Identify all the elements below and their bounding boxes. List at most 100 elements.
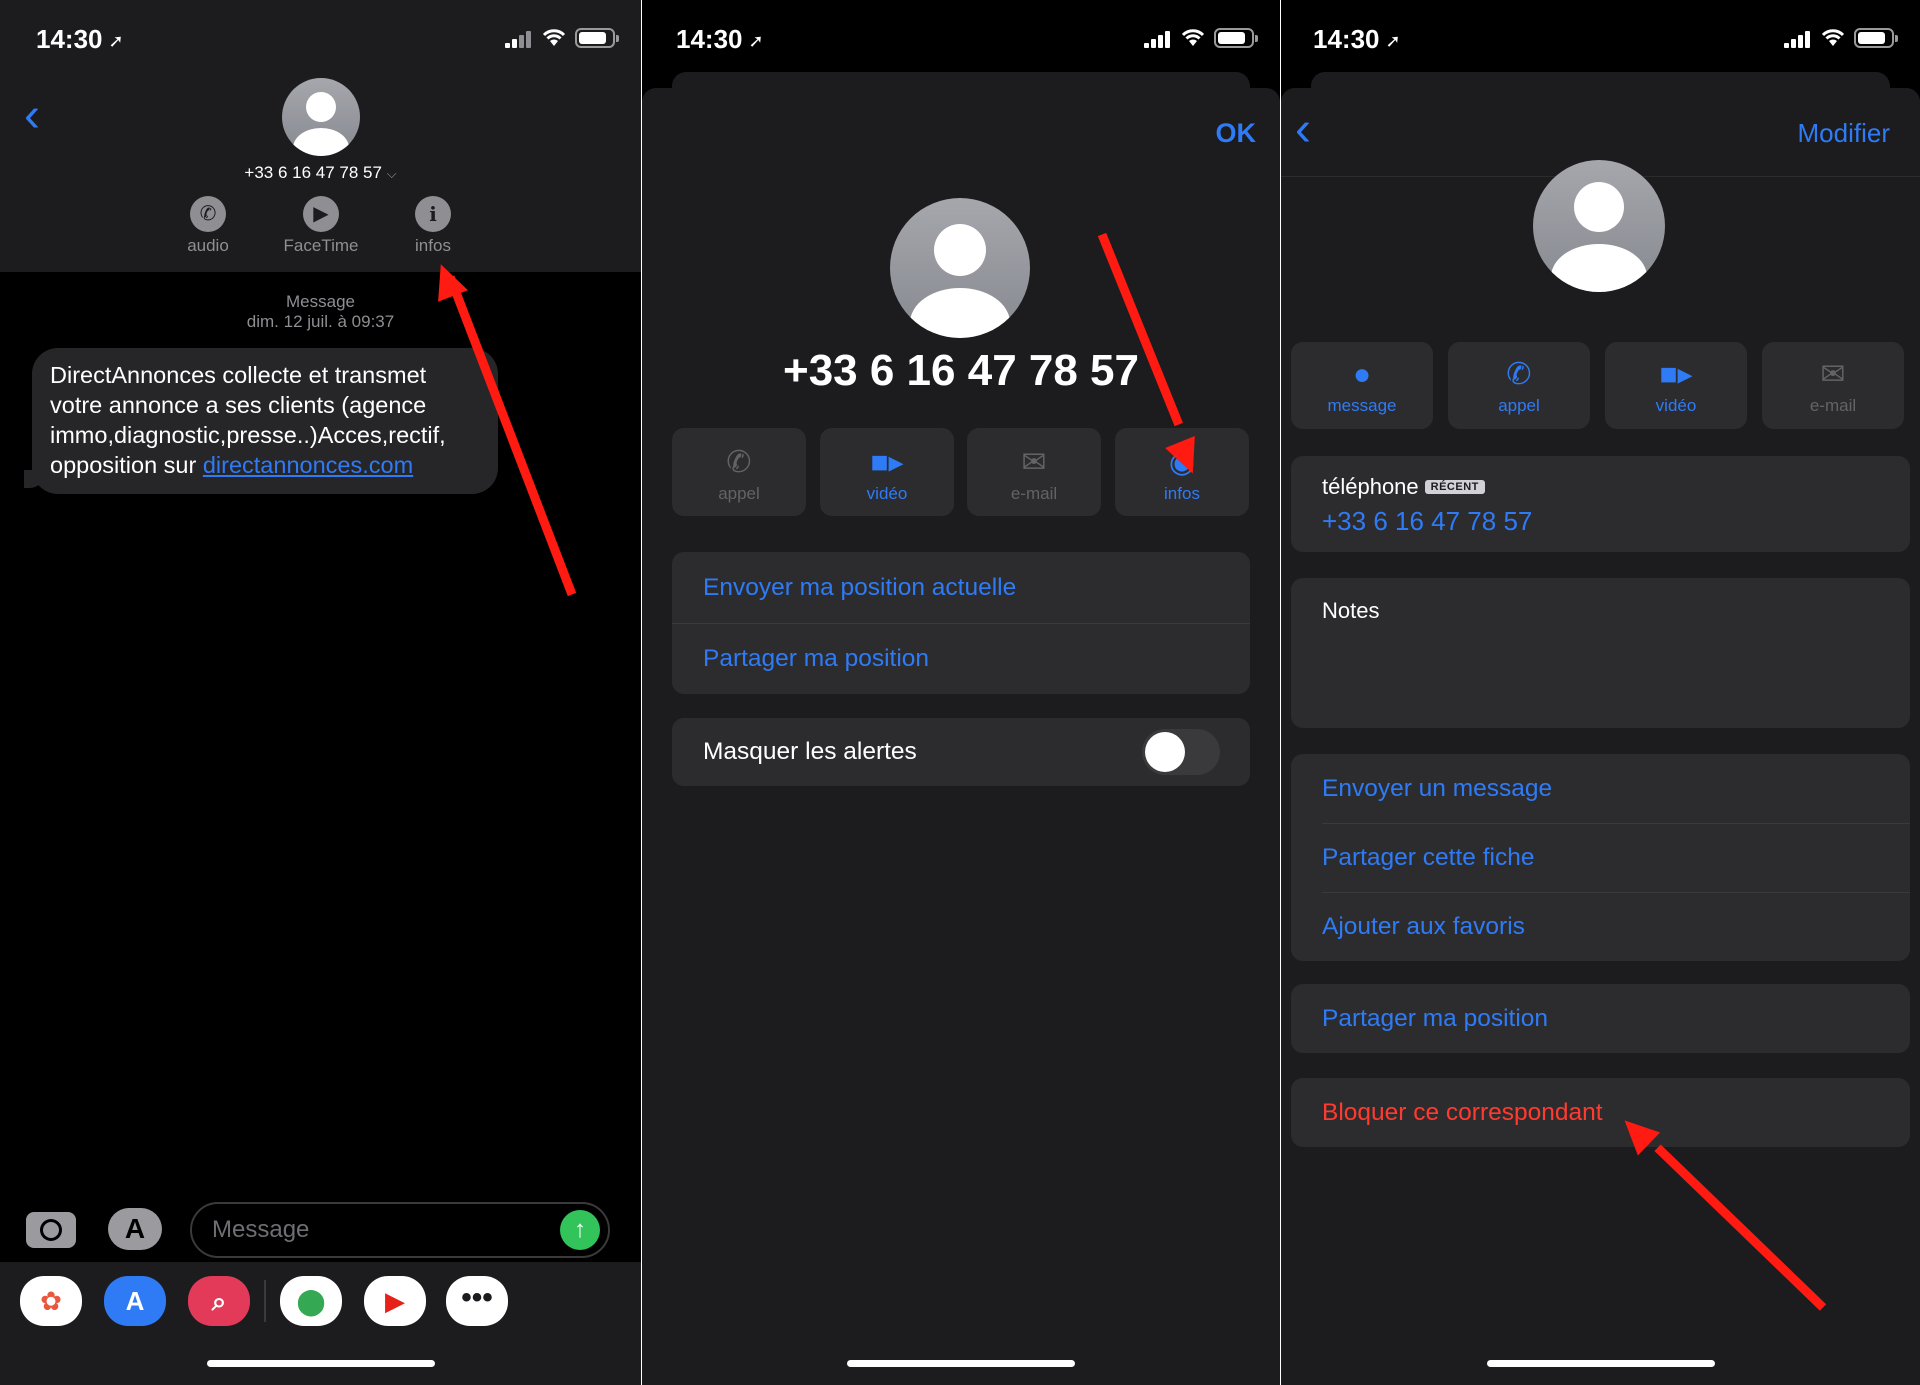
maps-icon[interactable]: ⬤: [280, 1276, 342, 1326]
search-web-icon[interactable]: ⌕: [188, 1276, 250, 1326]
location-arrow-icon: ➚: [108, 30, 124, 51]
phone-icon: ✆: [190, 196, 226, 232]
call-label: appel: [718, 484, 760, 503]
audio-label: audio: [187, 236, 229, 255]
hide-alerts-label: Masquer les alertes: [703, 738, 917, 765]
share-location-row[interactable]: Partager ma position: [1291, 984, 1910, 1053]
send-current-location-row[interactable]: Envoyer ma position actuelle: [672, 552, 1250, 623]
message-link[interactable]: directannonces.com: [203, 452, 413, 478]
home-indicator[interactable]: [847, 1360, 1075, 1367]
battery-icon: [1854, 28, 1898, 48]
cellular-signal-icon: [1144, 30, 1172, 48]
contact-card-screen: 14:30 ➚ ‹ Modifier ● message ✆ appel ■▸ v…: [1281, 0, 1920, 1385]
status-bar: 14:30 ➚: [0, 0, 641, 74]
status-time: 14:30 ➚: [676, 24, 764, 54]
video-camera-icon: ■▸: [1659, 358, 1693, 391]
compose-bar: A Message ↑: [0, 1196, 641, 1266]
block-group: Bloquer ce correspondant: [1291, 1078, 1910, 1147]
envelope-icon: ✉: [1820, 358, 1846, 391]
camera-icon[interactable]: [26, 1212, 76, 1248]
cellular-signal-icon: [1784, 30, 1812, 48]
phone-card[interactable]: téléphone RÉCENT +33 6 16 47 78 57: [1291, 456, 1910, 552]
chevron-down-icon: ⌵: [386, 166, 397, 181]
imessage-app-drawer: ✿ A ⌕ ⬤ ▶ •••: [0, 1262, 641, 1385]
video-label: vidéo: [866, 484, 908, 503]
speech-bubble-icon: ●: [1352, 358, 1372, 391]
messages-conversation-screen: 14:30 ➚ ‹ +33 6 16 47 78 57 ⌵ ✆ audio ▶ F…: [0, 0, 641, 1385]
location-arrow-icon: ➚: [748, 30, 764, 51]
battery-icon: [575, 28, 619, 48]
phone-label: téléphone RÉCENT: [1322, 474, 1485, 500]
phone-value[interactable]: +33 6 16 47 78 57: [1322, 506, 1532, 537]
message-input-placeholder: Message: [212, 1216, 310, 1243]
call-label: appel: [1498, 396, 1540, 415]
battery-icon: [1214, 28, 1258, 48]
video-button[interactable]: ■▸ vidéo: [820, 428, 954, 516]
cellular-signal-icon: [505, 30, 533, 48]
ok-button[interactable]: OK: [1216, 118, 1257, 149]
status-bar: 14:30 ➚: [1281, 0, 1920, 74]
photos-icon[interactable]: ✿: [20, 1276, 82, 1326]
home-indicator[interactable]: [1486, 1360, 1715, 1367]
info-label: infos: [1164, 484, 1200, 503]
message-button[interactable]: ● message: [1291, 342, 1433, 429]
block-caller-row[interactable]: Bloquer ce correspondant: [1291, 1078, 1910, 1147]
contact-avatar: [1533, 160, 1665, 292]
phone-icon: ✆: [1506, 358, 1532, 391]
wifi-icon: [1821, 29, 1845, 46]
contact-actions-group: Envoyer un message Partager cette fiche …: [1291, 754, 1910, 961]
conversation-header: 14:30 ➚ ‹ +33 6 16 47 78 57 ⌵ ✆ audio ▶ F…: [0, 0, 641, 272]
back-chevron-icon[interactable]: ‹: [1295, 106, 1311, 154]
call-button[interactable]: ✆ appel: [672, 428, 806, 516]
send-arrow-icon[interactable]: ↑: [560, 1210, 600, 1250]
notes-card[interactable]: Notes: [1291, 578, 1910, 728]
facetime-label: FaceTime: [283, 236, 359, 255]
video-button[interactable]: ■▸ vidéo: [1605, 342, 1747, 429]
edit-button[interactable]: Modifier: [1798, 118, 1890, 149]
info-button[interactable]: i infos: [378, 196, 488, 256]
app-store-icon[interactable]: A: [108, 1208, 162, 1250]
wifi-icon: [542, 29, 566, 46]
email-button[interactable]: ✉ e-mail: [967, 428, 1101, 516]
call-button[interactable]: ✆ appel: [1448, 342, 1590, 429]
youtube-icon[interactable]: ▶: [364, 1276, 426, 1326]
contact-number[interactable]: +33 6 16 47 78 57 ⌵: [0, 163, 641, 183]
message-input[interactable]: Message ↑: [190, 1202, 610, 1258]
share-location-row[interactable]: Partager ma position: [672, 623, 1250, 694]
conversation-details-screen: 14:30 ➚ OK +33 6 16 47 78 57 ✆ appel ■▸ v…: [642, 0, 1280, 1385]
status-time: 14:30 ➚: [1313, 24, 1401, 54]
status-bar: 14:30 ➚: [642, 0, 1280, 74]
phone-icon: ✆: [726, 446, 752, 479]
hide-alerts-toggle[interactable]: [1142, 729, 1220, 775]
envelope-icon: ✉: [1021, 446, 1047, 479]
audio-call-button[interactable]: ✆ audio: [153, 196, 263, 256]
info-icon: i: [415, 196, 451, 232]
message-label: message: [1327, 396, 1397, 415]
location-group: Envoyer ma position actuelle Partager ma…: [672, 552, 1250, 694]
home-indicator[interactable]: [206, 1360, 435, 1367]
incoming-message-bubble[interactable]: DirectAnnonces collecte et transmet votr…: [32, 348, 498, 494]
add-favorites-row[interactable]: Ajouter aux favoris: [1291, 892, 1910, 961]
hide-alerts-group: Masquer les alertes: [672, 718, 1250, 786]
contact-avatar[interactable]: [282, 78, 360, 156]
share-contact-row[interactable]: Partager cette fiche: [1291, 823, 1910, 892]
video-label: vidéo: [1655, 396, 1697, 415]
message-timestamp: Message dim. 12 juil. à 09:37: [0, 292, 641, 332]
send-message-row[interactable]: Envoyer un message: [1291, 754, 1910, 823]
email-button[interactable]: ✉ e-mail: [1762, 342, 1904, 429]
wifi-icon: [1181, 29, 1205, 46]
notes-label: Notes: [1322, 598, 1380, 623]
dock-separator: [264, 1280, 266, 1322]
contact-avatar: [890, 198, 1030, 338]
video-camera-icon: ▶: [303, 196, 339, 232]
email-label: e-mail: [1809, 396, 1857, 415]
facetime-button[interactable]: ▶ FaceTime: [266, 196, 376, 256]
app-store-icon[interactable]: A: [104, 1276, 166, 1326]
more-icon[interactable]: •••: [446, 1276, 508, 1326]
video-camera-icon: ■▸: [870, 446, 904, 479]
message-service-label: Message: [286, 292, 355, 311]
recent-badge: RÉCENT: [1424, 480, 1485, 494]
location-arrow-icon: ➚: [1385, 30, 1401, 51]
back-chevron-icon[interactable]: ‹: [24, 92, 40, 140]
status-time: 14:30 ➚: [36, 24, 124, 54]
